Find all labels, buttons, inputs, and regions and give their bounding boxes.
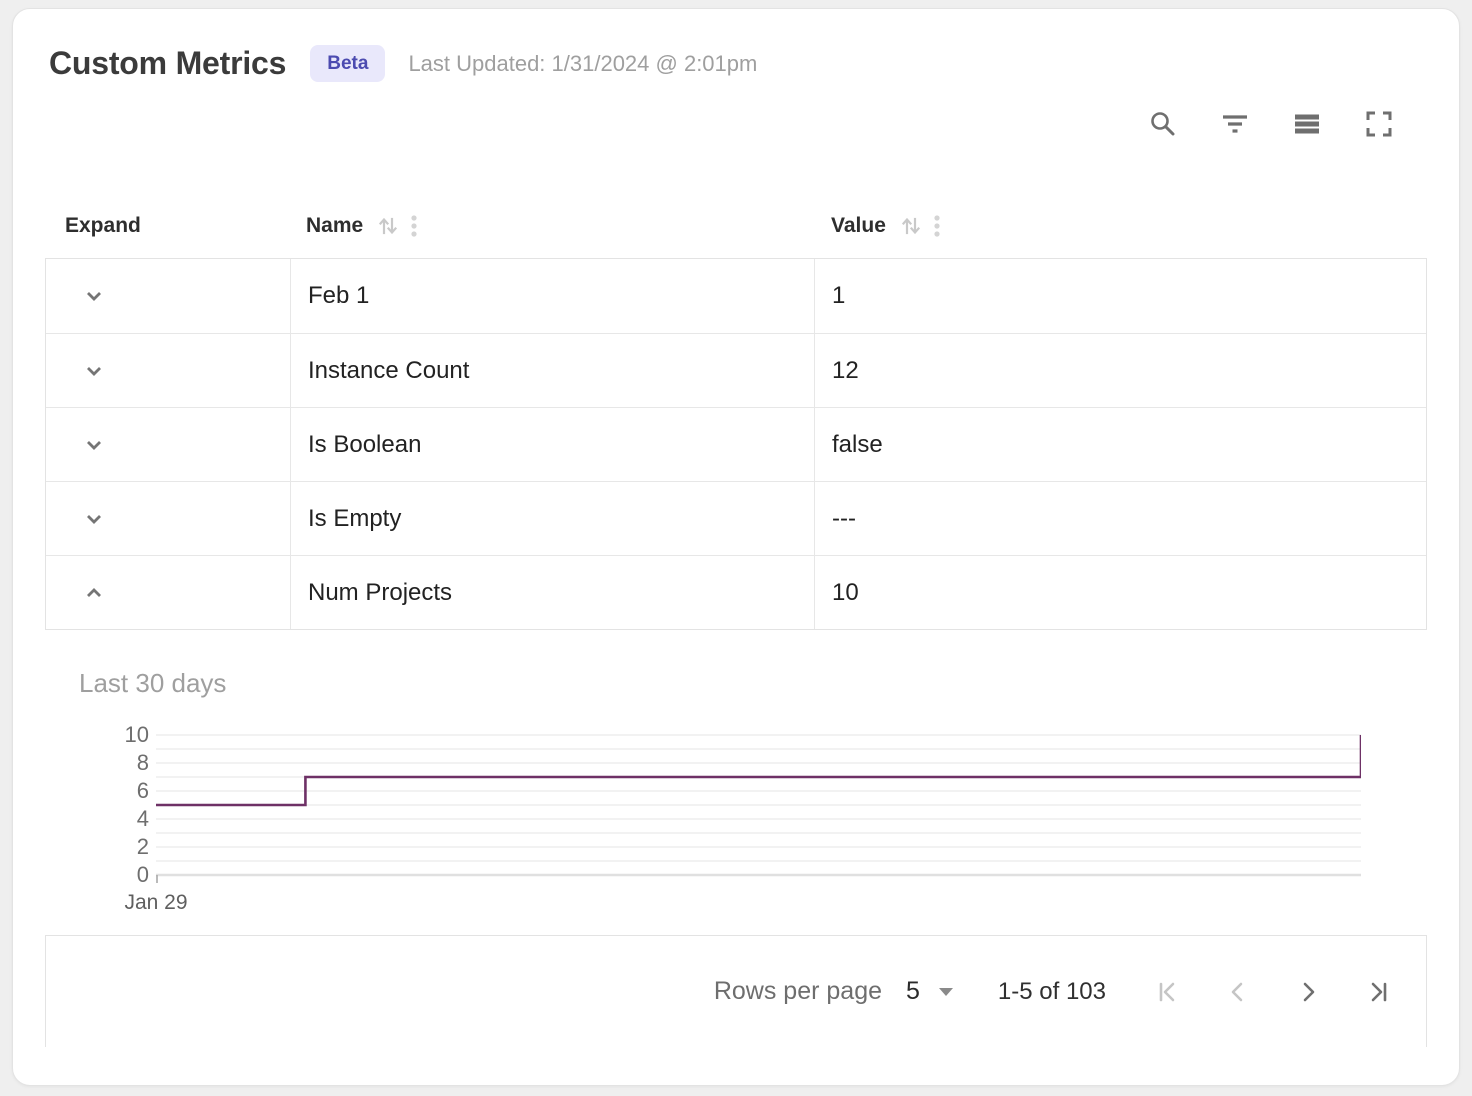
y-tick-label: 10 xyxy=(125,724,149,746)
custom-metrics-card: Custom Metrics Beta Last Updated: 1/31/2… xyxy=(12,8,1460,1086)
column-label-name: Name xyxy=(306,214,363,238)
y-tick-label: 8 xyxy=(137,752,149,774)
rows-per-page-dropdown-icon[interactable] xyxy=(938,987,954,997)
chart-x-axis-label: Jan 29 xyxy=(124,891,187,915)
fullscreen-icon[interactable] xyxy=(1363,108,1395,140)
cell-name: Is Boolean xyxy=(290,408,814,481)
expand-row-button[interactable] xyxy=(80,505,108,533)
table-row: Feb 1 1 xyxy=(46,259,1426,333)
y-tick-label: 4 xyxy=(137,808,149,830)
chevron-down-icon xyxy=(81,358,107,384)
table-row: Is Boolean false xyxy=(46,407,1426,481)
chevron-up-icon xyxy=(81,580,107,606)
chart-plot-area: Jan 29 xyxy=(156,733,1361,885)
cell-value: 1 xyxy=(814,259,1426,333)
last-page-icon[interactable] xyxy=(1364,978,1392,1006)
column-label-expand: Expand xyxy=(65,214,141,238)
cell-name: Is Empty xyxy=(290,482,814,555)
y-tick-label: 2 xyxy=(137,836,149,858)
previous-page-icon[interactable] xyxy=(1224,978,1252,1006)
column-header-value[interactable]: Value xyxy=(813,213,1427,239)
column-header-expand: Expand xyxy=(45,214,289,238)
metrics-table: Expand Name Value xyxy=(45,194,1427,630)
cell-name: Instance Count xyxy=(290,334,814,407)
grid-toolbar xyxy=(13,82,1459,140)
column-menu-icon[interactable] xyxy=(931,213,943,239)
cell-name: Num Projects xyxy=(290,556,814,629)
pagination-controls xyxy=(1154,978,1392,1006)
expand-row-button[interactable] xyxy=(80,282,108,310)
chevron-down-icon xyxy=(81,506,107,532)
cell-value: --- xyxy=(814,482,1426,555)
column-header-name[interactable]: Name xyxy=(289,213,813,239)
chart-title: Last 30 days xyxy=(79,668,1427,699)
page-title: Custom Metrics xyxy=(49,45,286,82)
search-icon[interactable] xyxy=(1147,108,1179,140)
column-label-value: Value xyxy=(831,214,886,238)
sort-icon[interactable] xyxy=(899,214,923,238)
last-updated-text: Last Updated: 1/31/2024 @ 2:01pm xyxy=(408,51,757,77)
chevron-down-icon xyxy=(81,432,107,458)
filter-icon[interactable] xyxy=(1219,108,1251,140)
cell-value: 12 xyxy=(814,334,1426,407)
cell-value: false xyxy=(814,408,1426,481)
header: Custom Metrics Beta Last Updated: 1/31/2… xyxy=(13,9,1459,82)
table-row-expanded: Num Projects 10 xyxy=(46,555,1426,629)
sort-icon[interactable] xyxy=(376,214,400,238)
table-body: Feb 1 1 Instance Count 12 Is Boole xyxy=(45,258,1427,630)
rows-per-page-label: Rows per page xyxy=(714,977,882,1006)
table-row: Is Empty --- xyxy=(46,481,1426,555)
next-page-icon[interactable] xyxy=(1294,978,1322,1006)
step-chart: 0246810 Jan 29 xyxy=(45,733,1427,885)
table-footer: Rows per page 5 1-5 of 103 xyxy=(45,935,1427,1047)
collapse-row-button[interactable] xyxy=(80,579,108,607)
rows-per-page-value[interactable]: 5 xyxy=(906,977,920,1006)
row-detail-panel: Last 30 days 0 2 4 6 8 10 Jan 29 xyxy=(45,668,1427,885)
table-header-row: Expand Name Value xyxy=(45,194,1427,258)
first-page-icon[interactable] xyxy=(1154,978,1182,1006)
table-row: Instance Count 12 xyxy=(46,333,1426,407)
chevron-down-icon xyxy=(81,283,107,309)
value-header-icons xyxy=(899,213,943,239)
column-menu-icon[interactable] xyxy=(408,213,420,239)
density-icon[interactable] xyxy=(1291,108,1323,140)
name-header-icons xyxy=(376,213,420,239)
y-tick-label: 0 xyxy=(137,864,149,886)
y-tick-label: 6 xyxy=(137,780,149,802)
pagination-range-label: 1-5 of 103 xyxy=(998,978,1106,1006)
cell-value: 10 xyxy=(814,556,1426,629)
chart-svg xyxy=(156,733,1361,885)
beta-badge: Beta xyxy=(310,45,385,82)
expand-row-button[interactable] xyxy=(80,357,108,385)
cell-name: Feb 1 xyxy=(290,259,814,333)
expand-row-button[interactable] xyxy=(80,431,108,459)
chart-y-axis-labels: 0246810 xyxy=(45,733,156,885)
